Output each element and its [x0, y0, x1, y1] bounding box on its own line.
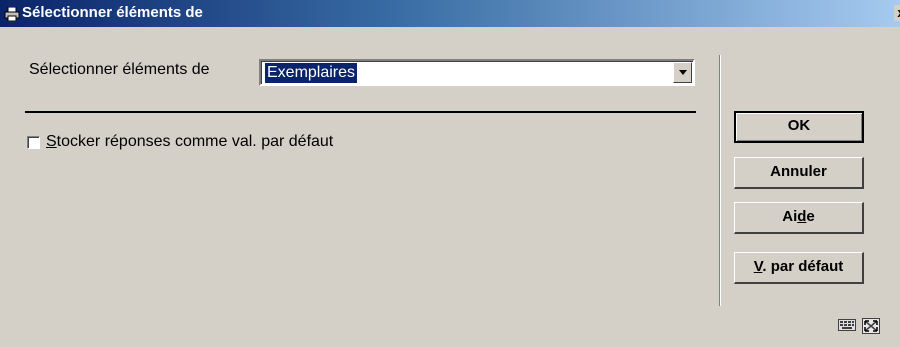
close-button[interactable]: x	[894, 5, 900, 21]
horizontal-divider	[25, 111, 696, 113]
chevron-down-icon	[679, 70, 687, 75]
dropdown-button[interactable]	[673, 62, 692, 83]
help-button[interactable]: Aide	[734, 202, 864, 234]
resize-grip-icon[interactable]	[862, 318, 881, 334]
items-select[interactable]: Exemplaires	[259, 59, 695, 86]
keyboard-icon[interactable]	[838, 318, 856, 332]
window-title: Sélectionner éléments de	[22, 4, 203, 21]
ok-button[interactable]: OK	[734, 111, 864, 143]
status-icons	[838, 318, 881, 336]
defaults-button[interactable]: V. par défaut	[734, 252, 864, 284]
printer-icon	[4, 6, 20, 22]
store-defaults-checkbox[interactable]	[27, 135, 40, 149]
select-label: Sélectionner éléments de	[29, 61, 210, 78]
vertical-divider	[719, 55, 721, 306]
store-defaults-option[interactable]: Stocker réponses comme val. par défaut	[27, 133, 333, 151]
title-bar: Sélectionner éléments de x	[0, 0, 900, 27]
select-value: Exemplaires	[265, 63, 358, 83]
store-defaults-label[interactable]: Stocker réponses comme val. par défaut	[46, 133, 333, 151]
cancel-button[interactable]: Annuler	[734, 157, 864, 189]
